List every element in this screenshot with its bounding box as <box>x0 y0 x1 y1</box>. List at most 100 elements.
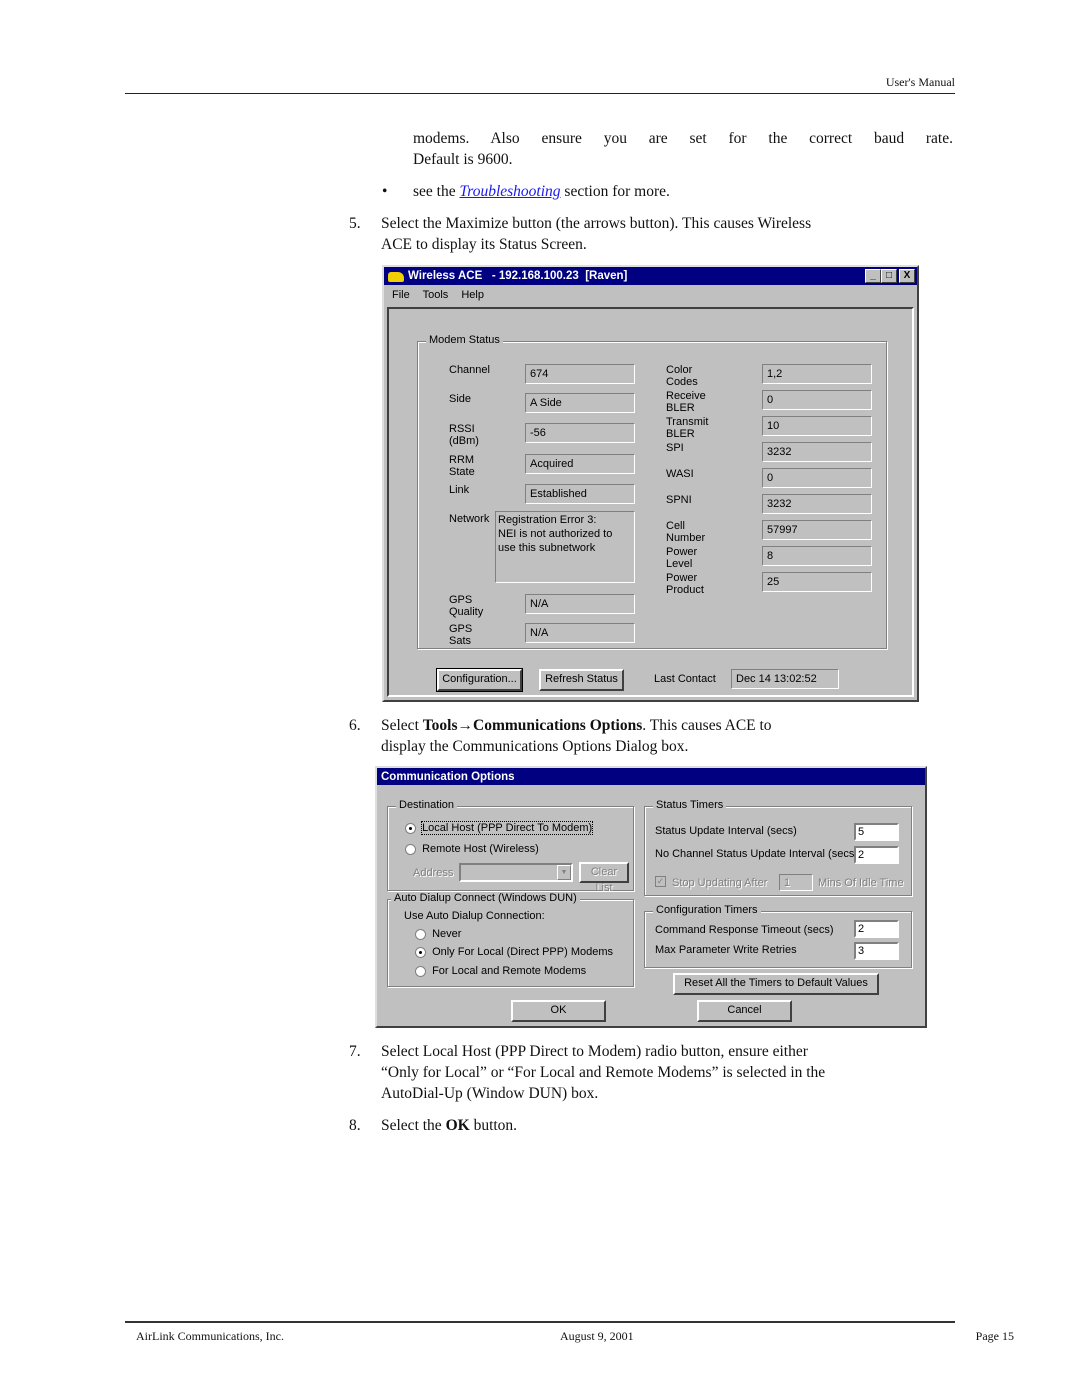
dropdown-arrow-icon[interactable]: ▼ <box>557 865 571 880</box>
auto-dialup-subtitle: Use Auto Dialup Connection: <box>404 910 545 922</box>
clear-list-button[interactable]: Clear List <box>579 862 629 894</box>
reset-timers-button[interactable]: Reset All the Timers to Default Values <box>673 973 879 995</box>
spi-label: SPI <box>666 442 684 454</box>
step-8-line: Select the OK button. <box>381 1115 517 1136</box>
menu-tools[interactable]: Tools <box>423 289 449 301</box>
stop-updating-checkbox[interactable]: ✓ <box>655 876 666 887</box>
gps-quality-value: N/A <box>525 594 635 614</box>
local-host-option[interactable]: Local Host (PPP Direct To Modem) <box>405 821 594 835</box>
running-header: User's Manual <box>885 75 955 89</box>
spi-value: 3232 <box>762 442 872 462</box>
cell-number-label: Cell Number <box>666 520 706 544</box>
gps-quality-label: GPS Quality <box>449 594 484 618</box>
command-timeout-input[interactable]: 2 <box>854 920 899 938</box>
link-label: Link <box>449 484 470 496</box>
never-radio[interactable] <box>415 928 426 940</box>
intro-line-1: modems. Also ensure you are set for the … <box>413 130 953 147</box>
close-button[interactable]: X <box>899 269 915 283</box>
channel-label: Channel <box>449 364 490 376</box>
dialog-titlebar[interactable]: Communication Options <box>377 768 925 785</box>
step-7-line-3: AutoDial-Up (Window DUN) box. <box>381 1085 599 1102</box>
local-and-remote-option[interactable]: For Local and Remote Modems <box>415 965 586 977</box>
gps-sats-value: N/A <box>525 623 635 643</box>
footer-page: Page 15 <box>975 1329 1014 1343</box>
step-7-line-2: “Only for Local” or “For Local and Remot… <box>381 1064 826 1081</box>
menu-bar: File Tools Help <box>384 285 917 305</box>
local-and-remote-radio[interactable] <box>415 965 426 977</box>
step-6-line-1: Select Tools→Communications Options. Thi… <box>381 715 772 736</box>
menu-help[interactable]: Help <box>461 289 484 301</box>
remote-host-label: Remote Host (Wireless) <box>422 843 539 855</box>
step-6-prefix: Select <box>381 717 419 734</box>
window-title: Wireless ACE - 192.168.100.23 [Raven] <box>408 270 628 282</box>
spni-label: SPNI <box>666 494 692 506</box>
stop-updating-label: Stop Updating After <box>672 877 768 889</box>
transmit-bler-value: 10 <box>762 416 872 436</box>
step-6-number: 6. <box>349 717 361 734</box>
wasi-label: WASI <box>666 468 694 480</box>
receive-bler-label: Receive BLER <box>666 390 706 414</box>
footer-company: AirLink Communications, Inc. <box>136 1329 284 1343</box>
side-value: A Side <box>525 393 635 413</box>
power-product-label: Power Product <box>666 572 704 596</box>
communication-options-dialog: Communication Options Destination Local … <box>375 766 927 1028</box>
status-timers-title: Status Timers <box>653 799 727 811</box>
link-value: Established <box>525 484 635 504</box>
configuration-timers-title: Configuration Timers <box>653 904 761 916</box>
refresh-status-button[interactable]: Refresh Status <box>539 669 624 691</box>
write-retries-input[interactable]: 3 <box>854 942 899 960</box>
color-codes-label: Color Codes <box>666 364 698 388</box>
never-option[interactable]: Never <box>415 928 461 940</box>
step-8-ok: OK <box>445 1117 470 1134</box>
step-6-suffix: . This causes ACE to <box>642 717 772 734</box>
bullet-dot: • <box>382 183 388 200</box>
transmit-bler-label: Transmit BLER <box>666 416 709 440</box>
step-6-line-2: display the Communications Options Dialo… <box>381 738 689 755</box>
remote-host-radio[interactable] <box>405 843 416 855</box>
cancel-button[interactable]: Cancel <box>697 1000 792 1022</box>
step-8-suffix: button. <box>473 1117 518 1134</box>
network-value: Registration Error 3: NEI is not authori… <box>495 511 635 583</box>
footer-rule <box>125 1321 955 1323</box>
never-label: Never <box>432 928 462 940</box>
ok-button[interactable]: OK <box>511 1000 606 1022</box>
stop-updating-input[interactable]: 1 <box>779 874 813 891</box>
side-label: Side <box>449 393 472 405</box>
rssi-label: RSSI (dBm) <box>449 423 479 447</box>
only-local-radio[interactable] <box>415 946 426 958</box>
local-host-radio[interactable] <box>405 822 416 834</box>
modem-status-title: Modem Status <box>426 334 503 346</box>
spni-value: 3232 <box>762 494 872 514</box>
bullet-prefix: see the <box>413 183 456 200</box>
menu-file[interactable]: File <box>392 289 410 301</box>
only-local-option[interactable]: Only For Local (Direct PPP) Modems <box>415 946 613 958</box>
auto-dialup-title: Auto Dialup Connect (Windows DUN) <box>391 892 580 904</box>
command-timeout-label: Command Response Timeout (secs) <box>655 924 834 936</box>
header-rule <box>125 93 955 94</box>
wasi-value: 0 <box>762 468 872 488</box>
network-label: Network <box>449 513 490 525</box>
status-client-area: Modem Status Channel 674 Side A Side RSS… <box>387 307 914 697</box>
troubleshooting-link[interactable]: Troubleshooting <box>459 183 560 200</box>
only-local-label: Only For Local (Direct PPP) Modems <box>432 946 613 958</box>
maximize-button[interactable]: □ <box>881 269 897 283</box>
configuration-button[interactable]: Configuration... <box>436 668 523 692</box>
idle-time-label: Mins Of Idle Time <box>818 877 904 889</box>
address-combobox[interactable]: ▼ <box>459 863 573 882</box>
window-titlebar[interactable]: Wireless ACE - 192.168.100.23 [Raven] _ … <box>384 267 917 285</box>
step-8-number: 8. <box>349 1117 361 1134</box>
power-level-value: 8 <box>762 546 872 566</box>
no-channel-update-input[interactable]: 2 <box>854 846 899 864</box>
power-level-label: Power Level <box>666 546 698 570</box>
bullet-item: see the Troubleshooting section for more… <box>413 181 670 202</box>
minimize-button[interactable]: _ <box>865 269 881 283</box>
remote-host-option[interactable]: Remote Host (Wireless) <box>405 843 539 855</box>
destination-title: Destination <box>396 799 458 811</box>
status-update-input[interactable]: 5 <box>854 823 899 841</box>
address-label: Address <box>413 867 454 879</box>
local-host-label: Local Host (PPP Direct To Modem) <box>421 821 594 835</box>
step-7-line-1: Select Local Host (PPP Direct to Modem) … <box>381 1043 808 1060</box>
step-5-line-1: Select the Maximize button (the arrows b… <box>381 215 812 232</box>
rrm-state-label: RRM State <box>449 454 475 478</box>
step-6-menu-path: Tools→Communications Options <box>422 717 643 734</box>
